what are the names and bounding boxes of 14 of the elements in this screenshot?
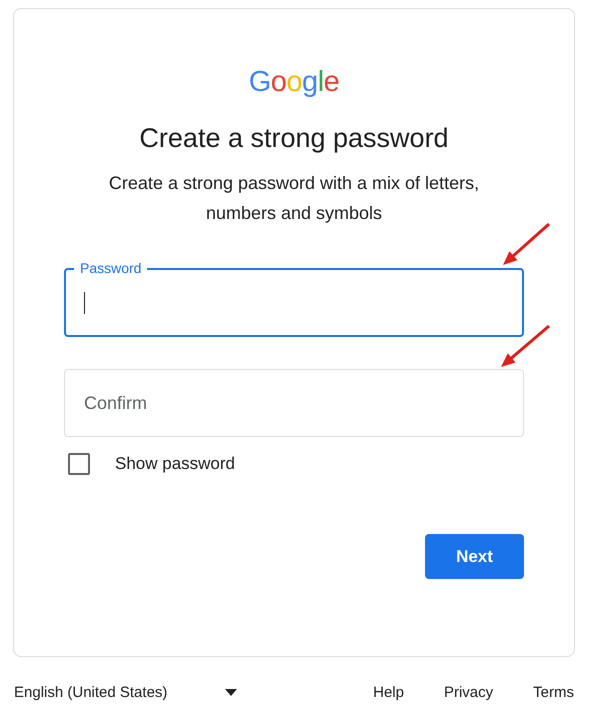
footer-link[interactable]: Terms — [533, 684, 574, 701]
page-subtitle: Create a strong password with a mix of letters, numbers and symbols — [108, 172, 480, 225]
next-button[interactable]: Next — [425, 534, 524, 579]
annotation-arrow — [501, 324, 550, 367]
checkbox[interactable] — [68, 453, 90, 475]
page-title: Create a strong password — [138, 122, 450, 155]
dropdown-icon — [225, 689, 238, 696]
footer-link[interactable]: Help — [373, 684, 404, 701]
field-placeholder: Confirm — [84, 392, 148, 414]
logo: Google — [248, 65, 340, 100]
checkbox-label[interactable]: Show password — [115, 454, 236, 474]
language-select[interactable]: English (United States) — [14, 684, 238, 701]
footer-link[interactable]: Privacy — [444, 684, 494, 701]
annotation-arrow — [503, 222, 550, 265]
